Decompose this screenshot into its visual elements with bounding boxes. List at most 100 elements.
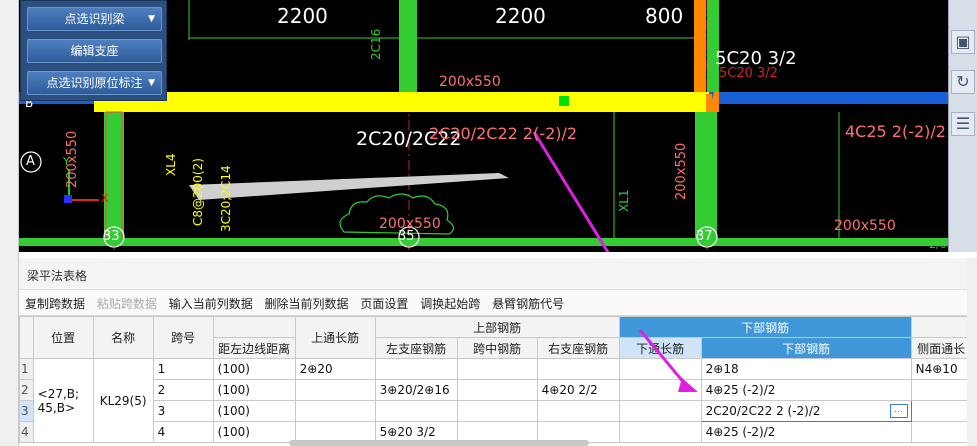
page-setup-button[interactable]: 页面设置 [360, 297, 408, 311]
view-toolbar: ▣ ↻ ☰ [948, 0, 977, 252]
ucs-y-label: Y [63, 155, 70, 168]
cell-left-seat[interactable]: 3⊕20/2⊕16 [374, 379, 458, 401]
panel-toolbar: 复制跨数据 粘贴跨数据 输入当前列数据 删除当前列数据 页面设置 调换起始跨 悬… [19, 290, 977, 316]
section-size-vertical: 200x550 [674, 142, 689, 200]
axis-a-label: A [26, 154, 35, 169]
cell-left-seat[interactable] [374, 400, 458, 422]
row-number[interactable]: 3 [19, 400, 34, 422]
cell-right-seat[interactable] [536, 358, 620, 380]
cell-mid[interactable] [456, 379, 538, 401]
cell-lower-through[interactable] [618, 379, 702, 401]
layers-icon[interactable]: ☰ [951, 112, 975, 136]
col-span[interactable]: 跨号 [152, 316, 214, 359]
beam-label-original: 4C25 2(-2)/2 [845, 122, 946, 141]
col-upper-group: 上部钢筋 [374, 316, 620, 338]
row-number[interactable]: 1 [19, 358, 34, 380]
col-top-through[interactable]: 上通长筋 [294, 316, 376, 359]
col-mid[interactable]: 跨中钢筋 [456, 337, 538, 359]
rebar-label: C8@200(2) [191, 158, 205, 226]
paste-span-data-button[interactable]: 粘贴跨数据 [97, 297, 157, 311]
delete-column-data-button[interactable]: 删除当前列数据 [265, 297, 349, 311]
cantilever-code-button[interactable]: 悬臂钢筋代号 [492, 297, 564, 311]
pick-identify-beam-button[interactable]: 点选识别梁 ▼ [27, 7, 162, 31]
cell-mid[interactable] [456, 400, 538, 422]
copy-span-data-button[interactable]: 复制跨数据 [25, 297, 85, 311]
beam-table-panel: 梁平法表格 复制跨数据 粘贴跨数据 输入当前列数据 删除当前列数据 页面设置 调… [19, 258, 977, 446]
cad-text: 2/0 [929, 238, 947, 251]
cell-lower-through[interactable] [618, 400, 702, 422]
cell-right-seat[interactable] [536, 400, 620, 422]
cell-dist[interactable]: (100) [212, 358, 296, 380]
col-left-seat[interactable]: 左支座钢筋 [374, 337, 458, 359]
cell-left-seat[interactable] [374, 358, 458, 380]
col-side-blank [910, 316, 972, 338]
cell-position[interactable]: <27,B; 45,B> [32, 358, 94, 443]
beam-data-table: 位置 名称 跨号 上通长筋 上部钢筋 下部钢筋 距左边线距离 左支座钢筋 跨中钢… [19, 316, 972, 443]
edit-support-button[interactable]: 编辑支座 [27, 39, 162, 63]
cell-span[interactable]: 3 [152, 400, 214, 422]
button-label: 点选识别原位标注 [46, 76, 143, 90]
panel-title: 梁平法表格 [19, 258, 977, 290]
axis-35-label: 35 [398, 229, 415, 244]
cell-right-seat[interactable]: 4⊕20 2/2 [536, 379, 620, 401]
cell-span[interactable]: 2 [152, 379, 214, 401]
col-name[interactable]: 名称 [92, 316, 154, 359]
cell-name[interactable]: KL29(5) [92, 358, 154, 443]
cell-lower-bar[interactable]: 4⊕25 (-2)/2 [700, 379, 912, 401]
row-header [19, 316, 34, 359]
col-side[interactable]: 侧面通长 [910, 337, 972, 359]
col-position[interactable]: 位置 [32, 316, 94, 359]
axis-33-label: 33 [103, 229, 120, 244]
rebar-label: XL4 [164, 153, 178, 176]
table-row[interactable]: 3 3 (100) 2C20/2C22 2 (-2)/2 … [19, 400, 972, 422]
row-number[interactable]: 2 [19, 379, 34, 401]
cell-lower-through[interactable] [618, 358, 702, 380]
pick-identify-in-situ-button[interactable]: 点选识别原位标注 ▼ [27, 71, 162, 95]
cell-top-through[interactable]: 2⊕20 [294, 358, 376, 380]
col-dist-blank [212, 316, 296, 338]
dim-text: 2200 [277, 4, 328, 28]
cell-mid[interactable] [456, 358, 538, 380]
col-lower-through[interactable]: 下通长筋 [618, 337, 702, 359]
rebar-label: 3C20;2C14 [219, 165, 233, 232]
cell-span[interactable]: 4 [152, 421, 214, 443]
cell-dist[interactable]: (100) [212, 379, 296, 401]
table-row[interactable]: 1 <27,B; 45,B> KL29(5) 1 (100) 2⊕20 2⊕18… [19, 358, 972, 443]
rebar-label: XL1 [617, 189, 631, 212]
dim-text: 800 [645, 4, 684, 28]
left-side-strip [0, 0, 19, 446]
cube-view-icon[interactable]: ▣ [951, 30, 975, 54]
ellipsis-button[interactable]: … [889, 404, 908, 418]
cell-lower-bar[interactable]: 4⊕25 (-2)/2 [700, 421, 912, 443]
selected-beam[interactable] [94, 92, 709, 112]
cell-top-through[interactable] [294, 379, 376, 401]
cell-dist[interactable]: (100) [212, 421, 296, 443]
button-label: 点选识别梁 [64, 12, 125, 26]
horizontal-scrollbar[interactable] [289, 440, 589, 446]
cell-lower-bar-editing[interactable]: 2C20/2C22 2 (-2)/2 … [700, 400, 912, 422]
input-column-data-button[interactable]: 输入当前列数据 [169, 297, 253, 311]
lower-bar-input[interactable]: 2C20/2C22 2 (-2)/2 [706, 404, 821, 418]
cell-side[interactable] [910, 421, 972, 443]
rotate-icon[interactable]: ↻ [951, 70, 975, 94]
cell-side[interactable] [910, 379, 972, 401]
cell-lower-through[interactable] [618, 421, 702, 443]
cell-side[interactable]: N4⊕10 [910, 358, 972, 380]
button-label: 编辑支座 [70, 44, 119, 58]
cell-side[interactable] [910, 400, 972, 422]
col-dist[interactable]: 距左边线距离 [212, 337, 296, 359]
vertical-scrollbar[interactable] [967, 258, 977, 446]
swap-start-span-button[interactable]: 调换起始跨 [420, 297, 480, 311]
row-number[interactable]: 4 [19, 421, 34, 443]
cell-dist[interactable]: (100) [212, 400, 296, 422]
col-right-seat[interactable]: 右支座钢筋 [536, 337, 620, 359]
section-size: 200x550 [439, 74, 501, 90]
dropdown-arrow-icon[interactable]: ▼ [148, 8, 155, 30]
table-row[interactable]: 2 2 (100) 3⊕20/2⊕16 4⊕20 2/2 4⊕25 (-2)/2 [19, 379, 972, 401]
dropdown-arrow-icon[interactable]: ▼ [148, 72, 155, 94]
col-lower-bar[interactable]: 下部钢筋 [700, 337, 912, 359]
dim-text: 2200 [495, 4, 546, 28]
cell-top-through[interactable] [294, 400, 376, 422]
cell-span[interactable]: 1 [152, 358, 214, 380]
cell-lower-bar[interactable]: 2⊕18 [700, 358, 912, 380]
